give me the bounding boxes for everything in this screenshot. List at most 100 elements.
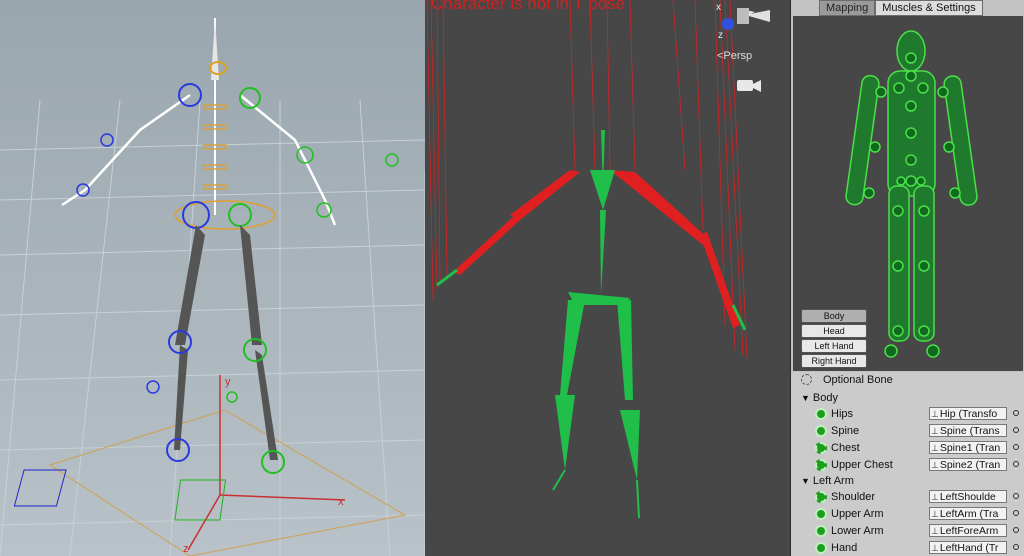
- z-axis-label: z: [183, 543, 189, 555]
- part-button-left-hand[interactable]: Left Hand: [801, 339, 867, 353]
- part-button-body[interactable]: Body: [801, 309, 867, 323]
- transform-field[interactable]: ⊥LeftArm (Tra: [929, 507, 1007, 520]
- bone-mapped-icon[interactable]: [815, 408, 827, 420]
- object-picker-icon[interactable]: [1013, 493, 1019, 499]
- gizmo-center[interactable]: [737, 8, 749, 24]
- transform-icon: ⊥: [931, 460, 939, 470]
- right-shin-green: [620, 410, 640, 480]
- left-foot-green: [552, 469, 566, 491]
- left-elbow-control: [100, 133, 114, 147]
- left-lower-arm-error: [453, 215, 520, 275]
- transform-field[interactable]: ⊥Hip (Transfo: [929, 407, 1007, 420]
- bone-row-hips: Hips ⊥Hip (Transfo: [791, 406, 1024, 422]
- avatar-preview: [426, 0, 770, 519]
- viewport-3d-left[interactable]: y x z: [0, 0, 425, 556]
- transform-field[interactable]: ⊥LeftForeArm: [929, 524, 1007, 537]
- part-button-head[interactable]: Head: [801, 324, 867, 338]
- bone-name: Upper Arm: [831, 508, 884, 520]
- transform-value: LeftHand (Tr: [939, 542, 999, 554]
- avatar-configuration-panel: Mapping Muscles & Settings Body Head Lef…: [790, 0, 1024, 556]
- transform-value: LeftShoulde: [939, 491, 996, 503]
- object-picker-icon[interactable]: [1013, 544, 1019, 550]
- gizmo-cone-z[interactable]: [722, 18, 734, 30]
- transform-value: Spine2 (Tran: [939, 459, 1001, 471]
- spine-bone-green: [600, 210, 606, 295]
- bone-optional-icon[interactable]: [815, 459, 827, 471]
- head-bone: [211, 18, 219, 80]
- left-knee-pole-control: [146, 380, 160, 394]
- transform-value: LeftArm (Tra: [939, 508, 999, 520]
- silhouette-head: [896, 30, 926, 72]
- bone-row-upper-arm: Upper Arm ⊥LeftArm (Tra: [791, 506, 1024, 522]
- scene-view[interactable]: Character is not in T pose x z <Persp: [425, 0, 790, 556]
- object-picker-icon[interactable]: [1013, 444, 1019, 450]
- hip-control: [174, 200, 276, 230]
- right-thigh-bone: [240, 225, 262, 345]
- bone-optional-icon[interactable]: [815, 442, 827, 454]
- gizmo-z-label: z: [718, 30, 723, 41]
- left-arm-bones: [61, 93, 191, 207]
- group-body-label: Body: [812, 392, 838, 404]
- chest-bone: [590, 170, 615, 210]
- bone-mapped-icon[interactable]: [815, 525, 827, 537]
- t-pose-warning: Character is not in T pose: [431, 0, 626, 13]
- tab-muscles-settings[interactable]: Muscles & Settings: [875, 0, 983, 16]
- left-foot-guide: [13, 469, 67, 507]
- bone-mapped-icon[interactable]: [815, 508, 827, 520]
- tab-mapping[interactable]: Mapping: [819, 0, 876, 16]
- gizmo-x-label: x: [716, 2, 721, 13]
- group-left-arm-label: Left Arm: [812, 475, 854, 487]
- x-axis-line: [219, 494, 346, 501]
- bone-optional-icon[interactable]: [815, 491, 827, 503]
- bone-name: Shoulder: [831, 491, 876, 503]
- bone-name: Spine: [831, 425, 860, 437]
- transform-field[interactable]: ⊥LeftHand (Tr: [929, 541, 1007, 554]
- object-picker-icon[interactable]: [1013, 427, 1019, 433]
- transform-value: Hip (Transfo: [939, 408, 998, 420]
- bone-row-upper-chest: Upper Chest ⊥Spine2 (Tran: [791, 457, 1024, 473]
- projection-label[interactable]: <Persp: [717, 50, 752, 62]
- bone-row-lower-arm: Lower Arm ⊥LeftForeArm: [791, 523, 1024, 539]
- transform-icon: ⊥: [931, 426, 939, 436]
- right-foot-green: [636, 479, 640, 519]
- skeleton-scene: y x z: [0, 18, 425, 556]
- bone-row-hand: Hand ⊥LeftHand (Tr: [791, 540, 1024, 556]
- bone-name: Hips: [831, 408, 854, 420]
- bone-name: Upper Chest: [831, 459, 893, 471]
- left-hip-control: [182, 201, 210, 229]
- transform-icon: ⊥: [931, 526, 939, 536]
- right-upper-arm-error: [610, 170, 710, 245]
- group-body-header[interactable]: ▼ Body: [801, 390, 838, 406]
- transform-field[interactable]: ⊥LeftShoulde: [929, 490, 1007, 503]
- object-picker-icon[interactable]: [1013, 510, 1019, 516]
- x-axis-label: x: [338, 496, 344, 508]
- bone-mapping-list: Optional Bone ▼ Body Hips ⊥Hip (Transfo S…: [791, 372, 1024, 556]
- bone-name: Lower Arm: [831, 525, 884, 537]
- part-button-right-hand[interactable]: Right Hand: [801, 354, 867, 368]
- bone-name: Hand: [831, 542, 858, 554]
- transform-value: Spine1 (Tran: [939, 442, 1001, 454]
- object-picker-icon[interactable]: [1013, 527, 1019, 533]
- avatar-body-map: Body Head Left Hand Right Hand: [793, 16, 1023, 371]
- left-thigh-bone: [175, 225, 205, 345]
- optional-bone-label: Optional Bone: [823, 374, 893, 386]
- object-picker-icon[interactable]: [1013, 461, 1019, 467]
- ground-plane-outline: [48, 409, 407, 556]
- bone-mapped-icon[interactable]: [815, 425, 827, 437]
- transform-field[interactable]: ⊥Spine (Trans: [929, 424, 1007, 437]
- camera-icon[interactable]: [737, 80, 753, 91]
- left-upper-arm-error: [510, 170, 580, 220]
- left-shin-green: [555, 395, 575, 470]
- bone-name: Chest: [831, 442, 860, 454]
- silhouette-right-arm: [943, 75, 978, 206]
- right-hip-control: [228, 203, 252, 227]
- group-left-arm-header[interactable]: ▼ Left Arm: [801, 473, 854, 489]
- bone-row-shoulder: Shoulder ⊥LeftShoulde: [791, 489, 1024, 505]
- transform-field[interactable]: ⊥Spine1 (Tran: [929, 441, 1007, 454]
- object-picker-icon[interactable]: [1013, 410, 1019, 416]
- right-pole-control: [385, 153, 399, 167]
- right-arm-bones: [239, 94, 337, 226]
- optional-bone-icon: [801, 374, 812, 385]
- bone-mapped-icon[interactable]: [815, 542, 827, 554]
- transform-field[interactable]: ⊥Spine2 (Tran: [929, 458, 1007, 471]
